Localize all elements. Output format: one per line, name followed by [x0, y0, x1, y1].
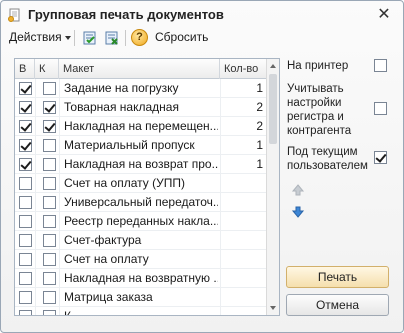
actions-menu[interactable]: Действия [9, 30, 62, 44]
layout-name: Счет на оплату (УПП) [64, 176, 185, 190]
copies-checkbox[interactable] [43, 234, 56, 247]
print-checkbox[interactable] [19, 120, 32, 133]
table-row[interactable]: Накладная на возврат про... 1 [15, 155, 267, 174]
layout-name: Товарная накладная [64, 100, 179, 114]
print-checkbox[interactable] [19, 158, 32, 171]
toolbar-separator [125, 30, 126, 46]
vertical-scrollbar[interactable] [266, 59, 279, 315]
copies-count[interactable] [220, 307, 263, 315]
scroll-down-icon[interactable] [270, 306, 276, 310]
print-checkbox[interactable] [19, 291, 32, 304]
copies-count[interactable] [220, 250, 263, 269]
table-header: В К Макет Кол-во [15, 59, 267, 79]
table-row[interactable]: Материальный пропуск 1 [15, 136, 267, 155]
copies-count[interactable] [220, 212, 263, 231]
print-checkbox[interactable] [19, 82, 32, 95]
copies-checkbox[interactable] [43, 139, 56, 152]
copies-count[interactable] [220, 288, 263, 307]
table-row[interactable]: Реестр переданных накла... [15, 212, 267, 231]
check-all-icon[interactable] [81, 29, 99, 47]
table-row[interactable]: Универсальный передаточ... [15, 193, 267, 212]
reset-button[interactable]: Сбросить [155, 30, 208, 44]
layout-name: Счет на оплату [64, 252, 149, 266]
copies-checkbox[interactable] [43, 272, 56, 285]
print-checkbox[interactable] [19, 177, 32, 190]
close-icon[interactable]: ✕ [375, 5, 393, 23]
table-row[interactable]: Счет на оплату [15, 250, 267, 269]
to-printer-label: На принтер [287, 60, 349, 72]
layout-name: Задание на погрузку [64, 81, 179, 95]
column-header-v[interactable]: В [15, 59, 35, 79]
account-settings-label: Учитывать настройки регистра и контраген… [287, 83, 352, 137]
copies-checkbox[interactable] [43, 158, 56, 171]
table-row[interactable]: Матрица заказа [15, 288, 267, 307]
uncheck-all-icon[interactable] [103, 29, 121, 47]
copies-count[interactable]: 1 [220, 155, 263, 174]
print-checkbox[interactable] [19, 101, 32, 114]
copies-checkbox[interactable] [43, 196, 56, 209]
column-header-k[interactable]: К [35, 59, 59, 79]
copies-count[interactable]: 1 [220, 79, 263, 98]
print-checkbox[interactable] [19, 196, 32, 209]
table-row[interactable]: Товарная накладная 2 [15, 98, 267, 117]
current-user-label: Под текущим пользователем [287, 146, 368, 172]
move-down-icon[interactable] [291, 205, 305, 219]
column-header-qty[interactable]: Кол-во [220, 59, 267, 79]
copies-count[interactable] [220, 269, 263, 288]
print-checkbox[interactable] [19, 139, 32, 152]
copies-checkbox[interactable] [43, 215, 56, 228]
print-button[interactable]: Печать [286, 266, 389, 288]
layout-name: Счет-фактура [64, 233, 142, 247]
table-row[interactable]: Накладная на возвратную ... [15, 269, 267, 288]
print-checkbox[interactable] [19, 215, 32, 228]
table-row[interactable]: Счет-фактура [15, 231, 267, 250]
help-icon[interactable]: ? [131, 29, 148, 46]
scrollbar-thumb[interactable] [269, 74, 277, 144]
cancel-button[interactable]: Отмена [286, 294, 389, 316]
account-settings-checkbox[interactable] [374, 102, 387, 115]
layouts-table: В К Макет Кол-во Задание на погрузку 1 Тов… [14, 58, 280, 316]
table-row[interactable]: Счет на оплату (УПП) [15, 174, 267, 193]
layout-name: Накладная на возвратную ... [64, 271, 218, 285]
layout-name: Универсальный передаточ... [64, 195, 218, 209]
toolbar: Действия ? Сбросить [1, 27, 403, 49]
chevron-down-icon[interactable] [65, 36, 71, 40]
layout-name: Накладная на перемещен... [64, 119, 218, 133]
copies-count[interactable]: 2 [220, 117, 263, 136]
table-row[interactable]: К... [15, 307, 267, 316]
print-checkbox[interactable] [19, 234, 32, 247]
copies-checkbox[interactable] [43, 120, 56, 133]
toolbar-separator [74, 30, 75, 46]
layout-name: К... [64, 309, 81, 316]
layout-name: Накладная на возврат про... [64, 157, 218, 171]
copies-checkbox[interactable] [43, 101, 56, 114]
document-print-icon [8, 8, 20, 22]
layout-name: Реестр переданных накла... [64, 214, 218, 228]
copies-checkbox[interactable] [43, 253, 56, 266]
copies-checkbox[interactable] [43, 291, 56, 304]
copies-checkbox[interactable] [43, 310, 56, 315]
print-checkbox[interactable] [19, 272, 32, 285]
copies-count[interactable]: 1 [220, 136, 263, 155]
move-up-icon[interactable] [291, 183, 305, 197]
print-dialog: Групповая печать документов ✕ Действия ?… [0, 0, 404, 333]
copies-count[interactable] [220, 193, 263, 212]
copies-count[interactable]: 2 [220, 98, 263, 117]
copies-count[interactable] [220, 174, 263, 193]
layout-name: Матрица заказа [64, 290, 153, 304]
column-header-layout[interactable]: Макет [59, 59, 220, 79]
copies-count[interactable] [220, 231, 263, 250]
table-row[interactable]: Накладная на перемещен... 2 [15, 117, 267, 136]
print-checkbox[interactable] [19, 310, 32, 315]
copies-checkbox[interactable] [43, 177, 56, 190]
to-printer-checkbox[interactable] [374, 59, 387, 72]
title-bar: Групповая печать документов ✕ [1, 1, 403, 29]
layout-name: Материальный пропуск [64, 138, 195, 152]
scroll-up-icon[interactable] [270, 64, 276, 68]
print-checkbox[interactable] [19, 253, 32, 266]
dialog-title: Групповая печать документов [28, 7, 224, 22]
table-row[interactable]: Задание на погрузку 1 [15, 79, 267, 98]
current-user-checkbox[interactable] [374, 151, 387, 164]
copies-checkbox[interactable] [43, 82, 56, 95]
